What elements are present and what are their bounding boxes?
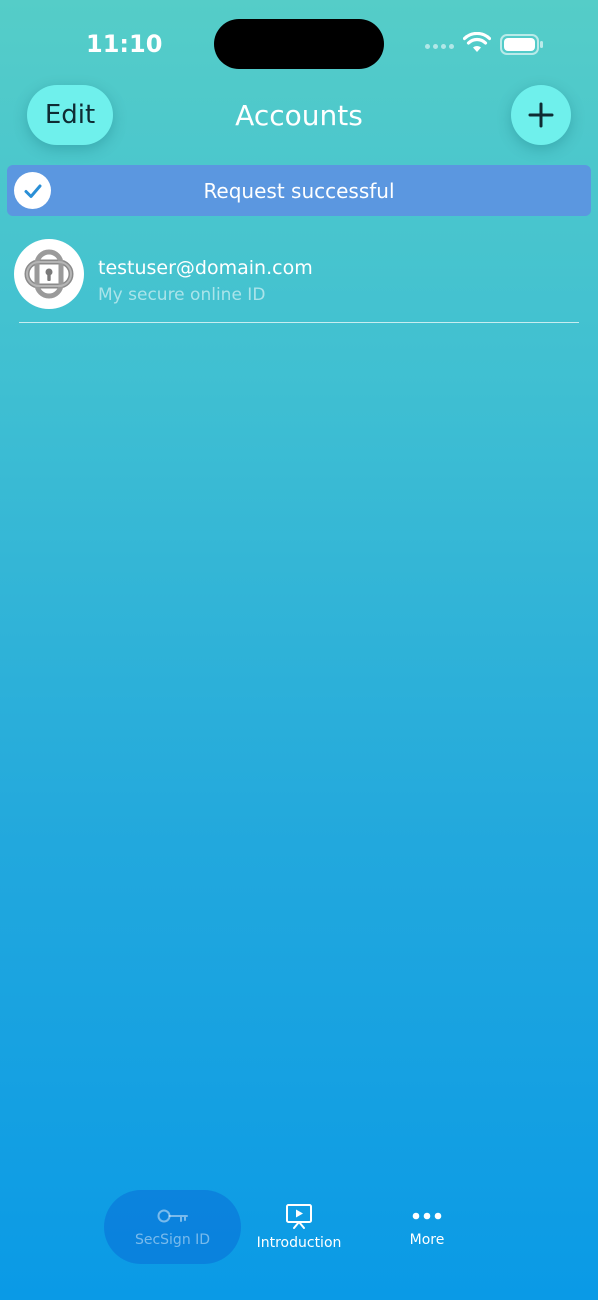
cellular-signal-icon <box>425 44 454 49</box>
add-account-button[interactable] <box>511 85 571 145</box>
banner-message: Request successful <box>203 179 395 203</box>
key-icon <box>157 1209 188 1223</box>
dynamic-island <box>214 19 384 69</box>
wifi-icon <box>462 31 492 58</box>
secsign-lock-logo <box>14 239 84 309</box>
tab-secsign-id[interactable]: SecSign ID <box>104 1190 241 1264</box>
navigation-bar: Edit Accounts <box>0 85 598 147</box>
page-title: Accounts <box>235 99 363 132</box>
account-email: testuser@domain.com <box>98 257 313 279</box>
tab-introduction[interactable]: Introduction <box>246 1190 352 1264</box>
tab-label: More <box>409 1232 445 1248</box>
plus-icon <box>528 102 554 128</box>
success-banner: Request successful <box>7 165 591 216</box>
account-list-item[interactable]: testuser@domain.com My secure online ID <box>14 239 584 311</box>
account-description: My secure online ID <box>98 285 266 305</box>
status-time: 11:10 <box>86 30 163 58</box>
tab-more[interactable]: More <box>380 1190 474 1264</box>
tab-bar: SecSign ID Introduction More <box>0 1190 598 1270</box>
tab-label: SecSign ID <box>134 1232 211 1248</box>
battery-icon <box>500 34 544 60</box>
list-divider <box>19 322 579 323</box>
presentation-play-icon <box>286 1204 312 1229</box>
more-dots-icon <box>412 1212 442 1220</box>
tab-label: Introduction <box>256 1235 342 1251</box>
status-bar: 11:10 <box>0 0 598 90</box>
